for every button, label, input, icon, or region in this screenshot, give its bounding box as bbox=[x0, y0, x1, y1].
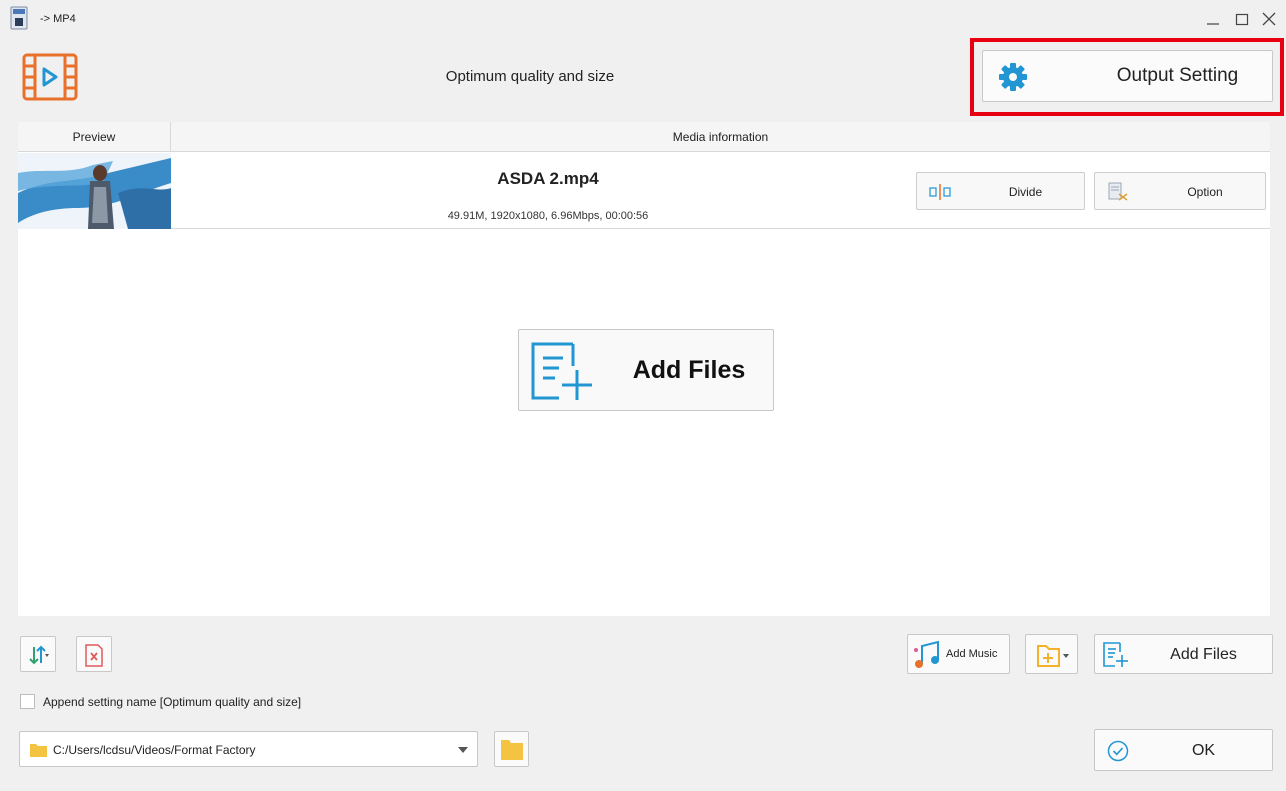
ok-button[interactable]: OK bbox=[1094, 729, 1273, 771]
music-note-icon bbox=[914, 640, 939, 668]
output-setting-label: Output Setting bbox=[1116, 65, 1239, 86]
add-music-label: Add Music bbox=[946, 648, 998, 660]
chevron-down-icon bbox=[458, 747, 468, 753]
video-film-icon bbox=[22, 53, 78, 101]
gear-icon bbox=[999, 63, 1027, 91]
add-files-main-label: Add Files bbox=[632, 356, 746, 384]
add-files-button[interactable]: Add Files bbox=[1094, 634, 1273, 674]
add-music-button[interactable]: Add Music bbox=[907, 634, 1010, 674]
delete-file-icon bbox=[85, 644, 103, 667]
video-thumbnail bbox=[18, 153, 171, 229]
quality-label: Optimum quality and size bbox=[445, 68, 615, 85]
column-header: Preview Media information bbox=[18, 122, 1270, 152]
divide-label: Divide bbox=[1008, 185, 1043, 199]
title-bar: -> MP4 bbox=[0, 0, 1286, 38]
window-title: -> MP4 bbox=[40, 13, 76, 25]
option-button[interactable]: Option bbox=[1094, 172, 1266, 210]
file-list-panel: Preview Media information ASDA 2.mp4 49.… bbox=[18, 122, 1270, 616]
sort-button[interactable] bbox=[20, 636, 56, 672]
output-path-text: C:/Users/lcdsu/Videos/Format Factory bbox=[53, 743, 256, 757]
header: Optimum quality and size Output Setting bbox=[0, 38, 1286, 122]
ok-label: OK bbox=[1191, 742, 1216, 759]
append-setting-checkbox[interactable] bbox=[20, 694, 35, 709]
minimize-icon bbox=[1207, 23, 1219, 25]
maximize-icon bbox=[1235, 13, 1249, 26]
option-label: Option bbox=[1187, 185, 1223, 199]
append-setting-label: Append setting name [Optimum quality and… bbox=[43, 695, 302, 709]
file-row[interactable]: ASDA 2.mp4 49.91M, 1920x1080, 6.96Mbps, … bbox=[18, 153, 1270, 229]
divide-icon bbox=[929, 184, 951, 200]
option-icon bbox=[1108, 182, 1128, 201]
app-icon bbox=[10, 6, 28, 30]
add-files-main-button[interactable]: Add Files bbox=[518, 329, 774, 411]
divide-button[interactable]: Divide bbox=[916, 172, 1085, 210]
output-path-dropdown[interactable]: C:/Users/lcdsu/Videos/Format Factory bbox=[19, 731, 478, 767]
add-files-label: Add Files bbox=[1170, 646, 1237, 663]
minimize-button[interactable] bbox=[1203, 8, 1223, 30]
file-name: ASDA 2.mp4 bbox=[497, 169, 599, 188]
close-button[interactable] bbox=[1259, 8, 1279, 30]
sort-icon bbox=[29, 645, 49, 665]
add-folder-icon bbox=[1037, 645, 1069, 667]
add-files-icon bbox=[1103, 642, 1128, 667]
column-preview: Preview bbox=[18, 122, 171, 152]
add-files-icon bbox=[531, 342, 592, 400]
folder-icon bbox=[30, 744, 47, 757]
browse-folder-button[interactable] bbox=[494, 731, 529, 767]
column-media-information: Media information bbox=[672, 130, 769, 144]
output-setting-button[interactable]: Output Setting bbox=[982, 50, 1273, 102]
add-folder-button[interactable] bbox=[1025, 634, 1078, 674]
file-meta: 49.91M, 1920x1080, 6.96Mbps, 00:00:56 bbox=[447, 210, 649, 222]
remove-file-button[interactable] bbox=[76, 636, 112, 672]
check-circle-icon bbox=[1107, 740, 1129, 762]
close-icon bbox=[1262, 12, 1276, 26]
maximize-button[interactable] bbox=[1232, 8, 1252, 30]
folder-icon bbox=[501, 740, 523, 760]
